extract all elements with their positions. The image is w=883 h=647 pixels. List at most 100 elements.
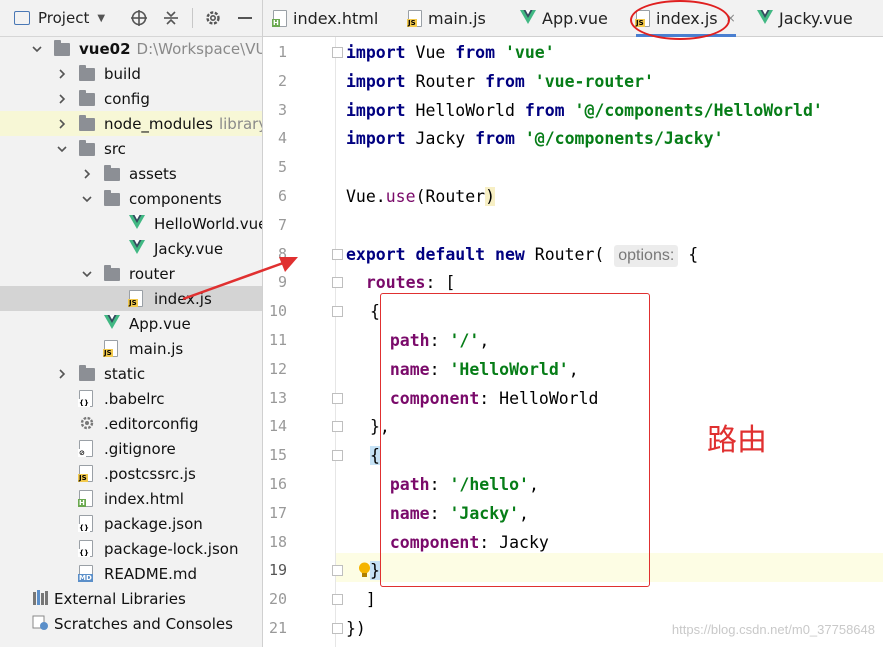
fold-marker-icon[interactable] (332, 421, 343, 433)
tree-item[interactable]: JS main.js (0, 336, 262, 361)
fold-marker-icon[interactable] (332, 248, 343, 260)
editor-tab-label: index.html (293, 8, 379, 28)
tree-item-label: vue02 D:\Workspace\VUE_P (79, 39, 262, 58)
line-number: 18 (268, 532, 287, 551)
fold-marker-icon[interactable] (332, 450, 343, 462)
tree-item[interactable]: build (0, 61, 262, 86)
chevron-down-icon[interactable] (57, 144, 67, 154)
chevron-right-icon[interactable] (57, 368, 67, 379)
folder-icon (104, 190, 120, 206)
tree-item-label: components (129, 190, 222, 208)
chevron-down-icon[interactable] (82, 269, 92, 279)
code-line[interactable]: }) (346, 614, 366, 643)
editor-tab[interactable]: App.vue (520, 0, 608, 36)
tree-item-label: External Libraries (54, 590, 186, 608)
lightbulb-icon[interactable] (358, 562, 371, 578)
chevron-right-icon[interactable] (6, 619, 16, 629)
tree-item[interactable]: config (0, 86, 262, 111)
fold-marker-icon[interactable] (332, 277, 343, 289)
library-icon (32, 590, 50, 610)
tree-item-label: HelloWorld.vue (154, 215, 262, 233)
code-editor[interactable]: 1 2 3 4 5 6 7 8 9 10 11 12 13 14 15 16 17 18 19 20 21 import… (263, 37, 883, 647)
fold-marker-icon[interactable] (332, 392, 343, 404)
code-line[interactable]: } (370, 556, 380, 585)
tree-item[interactable]: vue02 D:\Workspace\VUE_P (0, 36, 262, 61)
editor-tab-label: App.vue (542, 8, 608, 28)
code-line[interactable]: { (370, 297, 380, 326)
tree-item-name: .babelrc (104, 389, 165, 408)
tree-item[interactable]: {} package.json (0, 511, 262, 536)
hide-panel-icon[interactable] (236, 9, 254, 27)
project-panel: Project ▼ vue02 D:\Workspace\VUE_Pbuild co… (0, 0, 263, 647)
tree-item-label: App.vue (129, 315, 191, 333)
editor-tab[interactable]: Jacky.vue (757, 0, 853, 36)
line-number: 6 (277, 187, 287, 205)
line-number: 3 (277, 100, 287, 119)
editor-tab[interactable]: JS main.js (407, 0, 486, 36)
tree-item[interactable]: {} .babelrc (0, 386, 262, 411)
gear-icon[interactable] (204, 9, 222, 27)
locate-icon[interactable] (130, 9, 148, 27)
chevron-down-icon[interactable] (32, 44, 42, 54)
project-panel-title[interactable]: Project (38, 9, 89, 27)
tree-item-name: components (129, 189, 222, 208)
tree-item[interactable]: static (0, 361, 262, 386)
code-line[interactable]: ] (346, 585, 376, 614)
line-number: 16 (268, 475, 287, 493)
fold-marker-icon[interactable] (332, 565, 343, 577)
folder-icon (54, 40, 70, 56)
folder-icon (79, 365, 95, 381)
chevron-down-icon[interactable] (82, 194, 92, 204)
fold-marker-icon[interactable] (332, 306, 343, 318)
editor-tab[interactable]: Hindex.html (272, 0, 379, 36)
tree-item[interactable]: router (0, 261, 262, 286)
tree-item[interactable]: assets (0, 161, 262, 186)
collapse-all-icon[interactable] (162, 9, 180, 27)
fold-marker-icon[interactable] (332, 623, 343, 634)
line-number: 19 (268, 561, 287, 580)
dropdown-arrow-icon[interactable]: ▼ (97, 13, 105, 24)
tree-item[interactable]: Hindex.html (0, 486, 262, 511)
tree-item[interactable]: node_modules library roo (0, 111, 262, 136)
code-line[interactable]: export default new Router( options: { (346, 240, 698, 269)
code-line[interactable]: Vue.use(Router) (346, 182, 496, 211)
tree-item[interactable]: JS .postcssrc.js (0, 461, 262, 486)
line-number: 1 (277, 43, 287, 61)
code-line[interactable]: import Router from 'vue-router' (346, 67, 654, 96)
tree-item[interactable]: Jacky.vue (0, 236, 262, 261)
tree-item-name: node_modules (104, 114, 213, 133)
tree-item[interactable]: .editorconfig (0, 411, 262, 436)
chevron-right-icon[interactable] (57, 93, 67, 104)
chevron-right-icon[interactable] (82, 168, 92, 179)
tree-item-name: package-lock.json (104, 539, 239, 558)
tree-item[interactable]: {} package-lock.json (0, 536, 262, 561)
tree-item-label: .babelrc (104, 390, 164, 408)
fold-marker-icon[interactable] (332, 594, 343, 606)
toolbar-separator (192, 8, 193, 28)
tree-item-name: static (104, 364, 146, 383)
tree-item[interactable]: components (0, 186, 262, 211)
line-number: 17 (268, 503, 287, 522)
js-file-icon: JS (78, 465, 93, 482)
code-line[interactable]: { (370, 441, 380, 470)
tree-item[interactable]: JS index.js (0, 286, 262, 311)
markdown-file-icon: MD (78, 565, 93, 582)
tree-item[interactable]: ⊘ .gitignore (0, 436, 262, 461)
tree-item-label: Scratches and Consoles (54, 615, 233, 633)
tree-item[interactable]: src (0, 136, 262, 161)
tree-item-name: vue02 (79, 39, 131, 58)
tree-item[interactable]: HelloWorld.vue (0, 211, 262, 236)
code-line[interactable]: import Jacky from '@/components/Jacky' (346, 124, 724, 153)
fold-marker-icon[interactable] (332, 47, 343, 58)
tree-item[interactable]: Scratches and Consoles (0, 611, 262, 636)
chevron-right-icon[interactable] (57, 118, 67, 129)
code-line[interactable]: import HelloWorld from '@/components/Hel… (346, 96, 823, 125)
chevron-right-icon[interactable] (57, 68, 67, 79)
tree-item[interactable]: External Libraries (0, 586, 262, 611)
code-line[interactable]: import Vue from 'vue' (346, 38, 555, 67)
chevron-right-icon[interactable] (6, 594, 16, 604)
js-file-icon: JS (407, 9, 422, 27)
line-number: 14 (268, 417, 287, 436)
tree-item[interactable]: MD README.md (0, 561, 262, 586)
tree-item[interactable]: App.vue (0, 311, 262, 336)
